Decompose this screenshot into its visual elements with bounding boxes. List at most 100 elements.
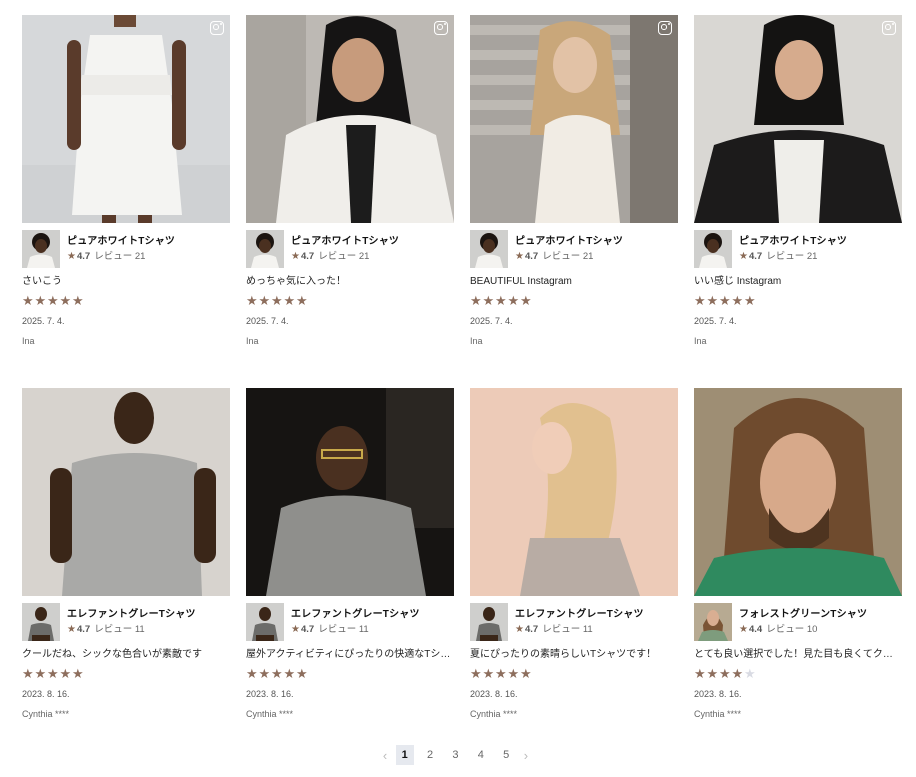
review-count: レビュー 11: [318, 624, 369, 635]
product-rating: ★ 4.7 レビュー 21: [67, 250, 175, 263]
review-title: さいこう: [22, 276, 62, 287]
instagram-icon: [434, 21, 448, 35]
review-stars: ★ ★ ★ ★ ★: [694, 667, 902, 681]
star-icon: ★: [67, 251, 76, 262]
star-filled-icon: ★: [731, 293, 744, 308]
review-grid: ピュアホワイトTシャツ ★ 4.7 レビュー 21 さいこう ★ ★ ★ ★ ★ 2025. 7. …: [22, 15, 902, 739]
star-icon: ★: [515, 251, 524, 262]
product-link[interactable]: エレファントグレーTシャツ ★ 4.7 レビュー 11: [470, 603, 678, 641]
product-link[interactable]: エレファントグレーTシャツ ★ 4.7 レビュー 11: [22, 603, 230, 641]
rating-value: 4.7: [300, 251, 315, 262]
product-link[interactable]: ピュアホワイトTシャツ ★ 4.7 レビュー 21: [694, 230, 902, 268]
review-date: 2023. 8. 16.: [246, 689, 294, 699]
star-filled-icon: ★: [72, 293, 84, 308]
review-date: 2025. 7. 4.: [694, 316, 737, 326]
review-photo-image: [22, 15, 230, 223]
review-card: ピュアホワイトTシャツ ★ 4.7 レビュー 21 いい感じ Instagram ★ ★ ★ ★…: [694, 15, 902, 366]
star-filled-icon: ★: [246, 293, 258, 308]
review-photo[interactable]: [470, 388, 678, 596]
review-author: Ina: [22, 336, 35, 346]
review-date: 2023. 8. 16.: [470, 689, 518, 699]
review-author: Ina: [246, 336, 259, 346]
product-link[interactable]: ピュアホワイトTシャツ ★ 4.7 レビュー 21: [470, 230, 678, 268]
instagram-icon: [210, 21, 224, 35]
review-title: 夏にぴったりの素晴らしいTシャツです！: [470, 649, 657, 660]
star-filled-icon: ★: [719, 666, 731, 681]
product-rating: ★ 4.7 レビュー 11: [291, 623, 420, 636]
star-filled-icon: ★: [482, 293, 495, 308]
star-filled-icon: ★: [694, 666, 706, 681]
star-filled-icon: ★: [706, 293, 719, 308]
product-thumbnail: [246, 603, 284, 641]
star-filled-icon: ★: [520, 293, 532, 308]
star-filled-icon: ★: [706, 666, 719, 681]
review-photo[interactable]: [22, 15, 230, 223]
product-thumbnail: [470, 603, 508, 641]
review-photo[interactable]: [246, 15, 454, 223]
page-4[interactable]: 4: [472, 745, 490, 765]
product-link[interactable]: ピュアホワイトTシャツ ★ 4.7 レビュー 21: [22, 230, 230, 268]
review-photo-image: [694, 15, 902, 223]
product-link[interactable]: フォレストグリーンTシャツ ★ 4.4 レビュー 10: [694, 603, 902, 641]
review-title: BEAUTIFUL Instagram: [470, 276, 572, 287]
star-empty-icon: ★: [744, 666, 756, 681]
star-filled-icon: ★: [507, 293, 520, 308]
review-stars: ★ ★ ★ ★ ★: [22, 294, 230, 308]
page-1[interactable]: 1: [395, 745, 414, 765]
product-thumbnail: [694, 230, 732, 268]
product-name: ピュアホワイトTシャツ: [291, 236, 400, 247]
star-icon: ★: [291, 251, 300, 262]
page-5[interactable]: 5: [497, 745, 515, 765]
review-stars: ★ ★ ★ ★ ★: [694, 294, 902, 308]
star-icon: ★: [67, 624, 76, 635]
chevron-right-icon[interactable]: ›: [519, 748, 533, 763]
product-thumbnail: [470, 230, 508, 268]
review-title: クールだね、シックな色合いが素敵です: [22, 649, 202, 660]
pagination: ‹ 1 2 3 4 5 ›: [378, 745, 533, 765]
product-name: ピュアホワイトTシャツ: [515, 236, 624, 247]
rating-value: 4.7: [76, 251, 91, 262]
product-thumbnail: [246, 230, 284, 268]
review-date: 2025. 7. 4.: [246, 316, 289, 326]
review-count: レビュー 21: [318, 251, 370, 262]
review-card: ピュアホワイトTシャツ ★ 4.7 レビュー 21 BEAUTIFUL Instagra…: [470, 15, 678, 366]
review-title: めっちゃ気に入った！: [246, 276, 346, 287]
review-photo[interactable]: [470, 15, 678, 223]
review-photo[interactable]: [246, 388, 454, 596]
product-name: ピュアホワイトTシャツ: [67, 236, 176, 247]
review-stars: ★ ★ ★ ★ ★: [470, 667, 678, 681]
star-filled-icon: ★: [271, 293, 283, 308]
review-photo[interactable]: [22, 388, 230, 596]
star-icon: ★: [291, 624, 300, 635]
chevron-left-icon[interactable]: ‹: [378, 748, 392, 763]
star-filled-icon: ★: [719, 293, 731, 308]
product-rating: ★ 4.7 レビュー 21: [739, 250, 847, 263]
rating-value: 4.7: [524, 251, 539, 262]
star-filled-icon: ★: [283, 293, 296, 308]
product-link[interactable]: エレファントグレーTシャツ ★ 4.7 レビュー 11: [246, 603, 454, 641]
star-filled-icon: ★: [258, 293, 271, 308]
rating-value: 4.7: [524, 624, 539, 635]
review-author: Cynthia ****: [470, 709, 518, 719]
rating-value: 4.7: [300, 624, 315, 635]
review-author: Ina: [694, 336, 707, 346]
page-3[interactable]: 3: [446, 745, 464, 765]
page-2[interactable]: 2: [421, 745, 439, 765]
star-icon: ★: [739, 624, 748, 635]
star-filled-icon: ★: [47, 666, 59, 681]
star-icon: ★: [739, 251, 748, 262]
review-author: Cynthia ****: [246, 709, 294, 719]
review-card: エレファントグレーTシャツ ★ 4.7 レビュー 11 屋外アクティビティにぴったりの快…: [246, 388, 454, 739]
star-filled-icon: ★: [507, 666, 520, 681]
review-count: レビュー 21: [542, 251, 594, 262]
product-link[interactable]: ピュアホワイトTシャツ ★ 4.7 レビュー 21: [246, 230, 454, 268]
product-rating: ★ 4.7 レビュー 21: [291, 250, 399, 263]
review-card: エレファントグレーTシャツ ★ 4.7 レビュー 11 クールだね、シックな色合いが素敵…: [22, 388, 230, 739]
product-name: ピュアホワイトTシャツ: [739, 236, 848, 247]
star-filled-icon: ★: [22, 666, 34, 681]
review-count: レビュー 11: [542, 624, 593, 635]
review-photo[interactable]: [694, 388, 902, 596]
review-photo[interactable]: [694, 15, 902, 223]
rating-value: 4.7: [748, 251, 763, 262]
review-stars: ★ ★ ★ ★ ★: [246, 667, 454, 681]
